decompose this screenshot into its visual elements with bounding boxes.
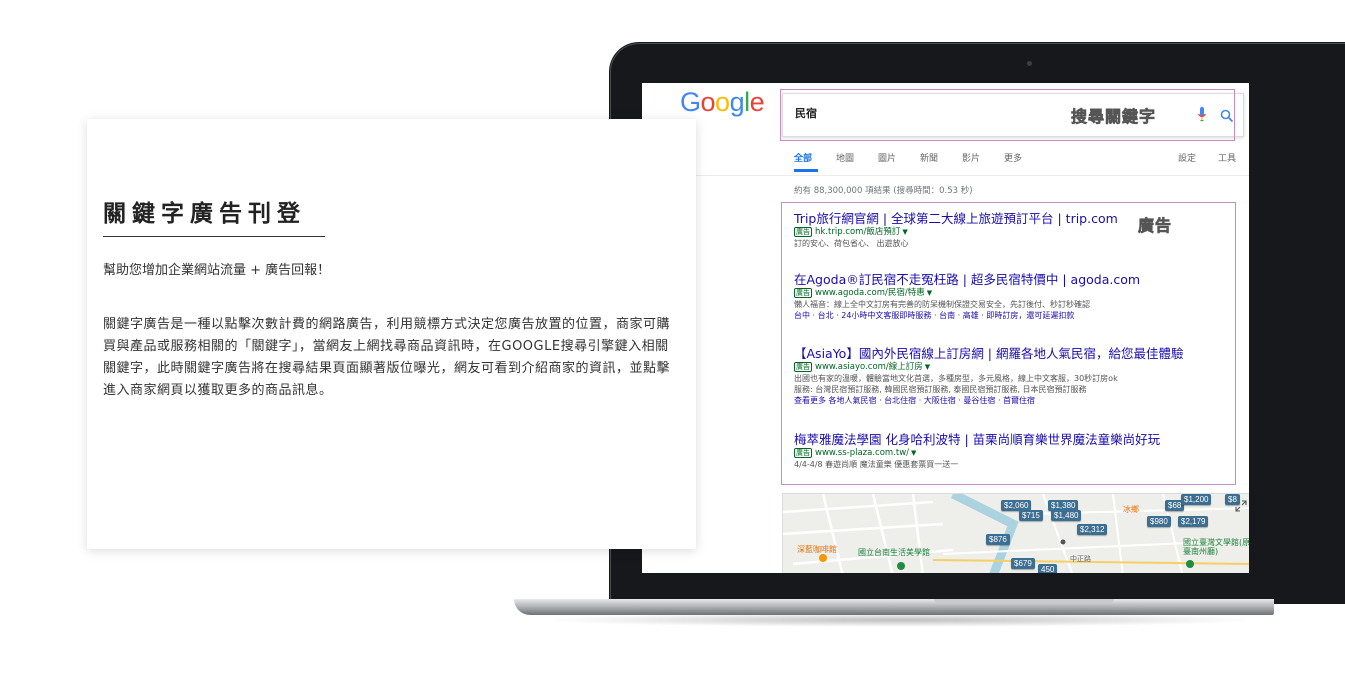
active-tab-indicator xyxy=(794,169,818,172)
logo-letter: e xyxy=(749,87,765,117)
ads-callout: 廣告 xyxy=(1138,216,1173,236)
expand-icon[interactable] xyxy=(1235,500,1247,512)
ad-url-line: 廣告 www.agoda.com/民宿/特惠 ▼ xyxy=(794,288,1224,299)
price-marker[interactable]: $876 xyxy=(986,534,1010,545)
ad-result: 在Agoda®訂民宿不走冤枉路 | 超多民宿特價中 | agoda.com 廣告… xyxy=(794,272,1224,321)
price-marker[interactable]: $2,312 xyxy=(1077,524,1108,535)
price-marker[interactable]: $980 xyxy=(1147,516,1171,527)
ad-description: 出國也有家的溫暖，體驗當地文化首選，多種房型，多元風格，線上中文客服，30秒訂房… xyxy=(794,374,1118,383)
ad-description: 懶人福音：線上全中文訂房有完善的防呆機制保證交易安全，先訂後付、秒訂秒確認 xyxy=(794,300,1090,309)
tab-news[interactable]: 新聞 xyxy=(920,151,938,164)
map-pin-icon xyxy=(897,562,905,570)
price-marker[interactable]: $1,200 xyxy=(1181,494,1212,505)
search-tabs: 全部 地圖 圖片 新聞 影片 更多 設定 工具 xyxy=(794,151,1244,171)
ad-url: www.agoda.com/民宿/特惠 xyxy=(815,288,925,298)
tab-videos[interactable]: 影片 xyxy=(962,151,980,164)
info-card: 關鍵字廣告刊登 幫助您增加企業網站流量 + 廣告回報！ 關鍵字廣告是一種以點擊次… xyxy=(87,119,696,549)
result-stats: 約有 88,300,000 項結果 (搜尋時間：0.53 秒) xyxy=(794,186,973,196)
search-box: 搜尋關鍵字 xyxy=(782,93,1244,137)
map-pin-icon xyxy=(819,554,827,562)
price-marker[interactable]: $715 xyxy=(1019,510,1043,521)
tab-images[interactable]: 圖片 xyxy=(878,151,896,164)
tab-more[interactable]: 更多 xyxy=(1004,151,1022,164)
caret-down-icon[interactable]: ▼ xyxy=(902,228,907,236)
ad-badge: 廣告 xyxy=(794,227,812,237)
ad-url: www.ss-plaza.com.tw/ xyxy=(815,448,910,458)
ad-result: 梅萃雅魔法學園 化身哈利波特 | 苗栗尚順育樂世界魔法童樂尚好玩 廣告 www.s… xyxy=(794,432,1224,470)
map-place-label[interactable]: 國立臺灣文學館(原臺南州廳) xyxy=(1183,538,1249,556)
ad-title-link[interactable]: 在Agoda®訂民宿不走冤枉路 | 超多民宿特價中 | agoda.com xyxy=(794,272,1224,288)
ad-sitelinks[interactable]: 查看更多 各地人氣民宿 · 台北住宿 · 大阪住宿 · 曼谷住宿 · 首爾住宿 xyxy=(794,395,1224,406)
logo-letter: G xyxy=(680,87,701,117)
price-marker[interactable]: $1,480 xyxy=(1051,510,1082,521)
ad-description: 訂的安心、荷包省心、 出遊放心 xyxy=(794,239,909,248)
ad-badge: 廣告 xyxy=(794,448,812,458)
title-underline xyxy=(103,236,325,237)
laptop-base xyxy=(514,599,1274,615)
card-subtitle: 幫助您增加企業網站流量 + 廣告回報！ xyxy=(103,263,331,278)
tab-all[interactable]: 全部 xyxy=(794,151,812,164)
ad-url-line: 廣告 www.asiayo.com/線上訂房 ▼ xyxy=(794,362,1224,373)
ad-title-link[interactable]: 【AsiaYo】國內外民宿線上訂房網 | 網羅各地人氣民宿，給您最佳體驗 xyxy=(794,346,1224,362)
map-place-label[interactable]: 冰鄉 xyxy=(1123,504,1139,515)
divider xyxy=(642,175,1249,176)
price-marker[interactable]: $679 xyxy=(1011,558,1035,569)
settings-link[interactable]: 設定 xyxy=(1178,151,1196,164)
search-input[interactable] xyxy=(795,106,1055,119)
price-marker[interactable]: $2,179 xyxy=(1178,516,1209,527)
laptop-shadow xyxy=(540,613,1260,627)
logo-letter: g xyxy=(729,87,745,117)
map-pin-icon xyxy=(1186,560,1194,568)
ad-result: 【AsiaYo】國內外民宿線上訂房網 | 網羅各地人氣民宿，給您最佳體驗 廣告 w… xyxy=(794,346,1224,406)
search-icon[interactable] xyxy=(1220,108,1234,123)
ad-sitelinks[interactable]: 台中 · 台北 · 24小時中文客服即時服務 · 台南 · 高雄 · 即時訂房，… xyxy=(794,310,1224,321)
map-preview[interactable]: $2,060 $1,380 $715 $1,480 $2,312 $876 $6… xyxy=(782,493,1249,573)
price-marker[interactable]: 450 xyxy=(1038,564,1058,573)
map-dot xyxy=(1060,539,1066,545)
search-keyword-callout: 搜尋關鍵字 xyxy=(1071,107,1157,127)
caret-down-icon[interactable]: ▼ xyxy=(925,363,930,371)
map-street-label: 中正路 xyxy=(1070,555,1091,563)
card-description: 關鍵字廣告是一種以點擊次數計費的網路廣告，利用競標方式決定您廣告放置的位置，商家… xyxy=(103,317,671,398)
tab-maps[interactable]: 地圖 xyxy=(836,151,854,164)
map-place-label[interactable]: 深藍咖啡館 xyxy=(797,544,837,555)
ad-badge: 廣告 xyxy=(794,362,812,372)
ad-url: hk.trip.com/飯店預訂 xyxy=(815,227,901,237)
caret-down-icon[interactable]: ▼ xyxy=(911,449,916,457)
caret-down-icon[interactable]: ▼ xyxy=(927,289,932,297)
ad-description-services: 服務: 台灣民宿預訂服務, 韓國民宿預訂服務, 泰國民宿預訂服務, 日本民宿預訂… xyxy=(794,385,1087,394)
tools-link[interactable]: 工具 xyxy=(1218,151,1236,164)
google-logo[interactable]: Google xyxy=(680,87,765,118)
ad-badge: 廣告 xyxy=(794,288,812,298)
ad-description: 4/4-4/8 春遊尚順 魔法童樂 優惠套票買一送一 xyxy=(794,460,959,469)
logo-letter: o xyxy=(715,87,730,117)
ad-url: www.asiayo.com/線上訂房 xyxy=(815,362,923,372)
map-place-label[interactable]: 國立台南生活美學館 xyxy=(858,547,930,558)
ad-title-link[interactable]: 梅萃雅魔法學園 化身哈利波特 | 苗栗尚順育樂世界魔法童樂尚好玩 xyxy=(794,432,1224,448)
page-title: 關鍵字廣告刊登 xyxy=(103,201,306,227)
camera-icon xyxy=(1027,61,1032,66)
ad-url-line: 廣告 www.ss-plaza.com.tw/▼ xyxy=(794,448,1224,459)
laptop-screen: Google 搜尋關鍵字 全部 地圖 圖片 新聞 影片 更多 設定 工具 xyxy=(642,83,1249,573)
logo-letter: o xyxy=(700,87,716,117)
microphone-icon[interactable] xyxy=(1197,106,1207,124)
